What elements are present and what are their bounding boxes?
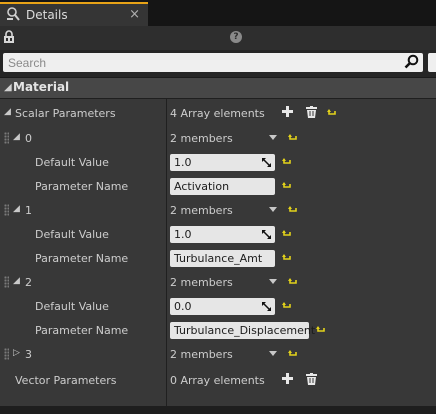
drag-handle-icon[interactable] [4, 132, 9, 144]
default-value-text: 1.0 [174, 228, 192, 241]
reset-to-default-icon[interactable] [282, 181, 291, 194]
default-value-field[interactable]: 1.0 [170, 154, 275, 171]
tab-bar: Details × [0, 0, 436, 27]
default-value-row: Default Value 1.0 [0, 222, 436, 246]
element-index: 0 [25, 132, 32, 145]
parameter-name-row: Parameter Name Activation [0, 174, 436, 198]
array-element-2: ◢ 2 2 members [0, 270, 436, 294]
reset-to-default-icon[interactable] [282, 301, 291, 314]
expand-arrow-icon[interactable]: ◢ [4, 107, 11, 117]
vector-parameters-label: Vector Parameters [15, 374, 117, 387]
parameter-name-label: Parameter Name [35, 252, 129, 265]
chevron-down-icon[interactable] [269, 207, 277, 212]
element-index: 3 [25, 348, 32, 361]
reset-to-default-icon[interactable] [327, 108, 336, 121]
tab-title: Details [26, 8, 68, 22]
search-input[interactable] [3, 53, 423, 72]
reset-to-default-icon[interactable] [288, 133, 297, 146]
scalar-parameters-label: Scalar Parameters [15, 107, 116, 120]
collapse-arrow-icon[interactable]: ◢ [4, 82, 12, 93]
drag-value-icon[interactable] [262, 157, 271, 170]
expand-arrow-icon[interactable]: ◢ [13, 132, 20, 142]
parameter-name-label: Parameter Name [35, 180, 129, 193]
chevron-down-icon[interactable] [269, 135, 277, 140]
default-value-field[interactable]: 0.0 [170, 298, 275, 315]
parameter-name-row: Parameter Name Turbulance_Amt [0, 246, 436, 270]
array-count: 4 Array elements [170, 107, 265, 120]
help-icon[interactable]: ? [230, 31, 242, 43]
panel-bottom [0, 406, 436, 414]
drag-handle-icon[interactable] [4, 348, 9, 360]
parameter-name-field[interactable]: Turbulance_Displacement [170, 322, 315, 339]
vector-parameters-row: Vector Parameters 0 Array elements [0, 368, 436, 392]
array-element-3: ▷ 3 2 members [0, 342, 436, 366]
chevron-down-icon[interactable] [269, 279, 277, 284]
close-icon[interactable]: × [129, 7, 140, 22]
reset-to-default-icon[interactable] [282, 253, 291, 266]
reset-to-default-icon[interactable] [316, 325, 325, 338]
default-value-field[interactable]: 1.0 [170, 226, 275, 243]
drag-handle-icon[interactable] [4, 204, 9, 216]
members-count: 2 members [170, 348, 233, 361]
expand-arrow-icon[interactable]: ▷ [13, 348, 20, 358]
default-value-text: 0.0 [174, 300, 192, 313]
toolbar [0, 26, 436, 50]
expand-arrow-icon[interactable]: ◢ [13, 276, 20, 286]
parameter-name-field[interactable]: Turbulance_Amt [170, 250, 275, 267]
parameter-name-label: Parameter Name [35, 324, 129, 337]
default-value-row: Default Value 0.0 [0, 294, 436, 318]
reset-to-default-icon[interactable] [282, 229, 291, 242]
parameter-name-field[interactable]: Activation [170, 178, 275, 195]
reset-to-default-icon[interactable] [282, 157, 291, 170]
chevron-down-icon[interactable] [269, 351, 277, 356]
reset-to-default-icon[interactable] [288, 205, 297, 218]
array-count: 0 Array elements [170, 374, 265, 387]
trash-icon[interactable] [306, 106, 317, 121]
search-icon[interactable] [404, 54, 419, 72]
default-value-label: Default Value [35, 156, 109, 169]
add-element-icon[interactable] [282, 373, 293, 387]
members-count: 2 members [170, 204, 233, 217]
members-count: 2 members [170, 132, 233, 145]
element-index: 2 [25, 276, 32, 289]
members-count: 2 members [170, 276, 233, 289]
drag-value-icon[interactable] [262, 229, 271, 242]
default-value-text: 1.0 [174, 156, 192, 169]
array-element-1: ◢ 1 2 members [0, 198, 436, 222]
add-element-icon[interactable] [282, 106, 293, 120]
drag-handle-icon[interactable] [4, 276, 9, 288]
element-index: 1 [25, 204, 32, 217]
view-options-button[interactable] [428, 53, 436, 72]
trash-icon[interactable] [306, 373, 317, 388]
drag-value-icon[interactable] [262, 301, 271, 314]
details-icon [6, 6, 20, 24]
reset-to-default-icon[interactable] [288, 349, 297, 362]
default-value-row: Default Value 1.0 [0, 150, 436, 174]
parameter-name-row: Parameter Name Turbulance_Displacement [0, 318, 436, 342]
expand-arrow-icon[interactable]: ◢ [13, 204, 20, 214]
scalar-parameters-row: ◢ Scalar Parameters 4 Array elements [0, 101, 436, 125]
lock-icon[interactable] [3, 30, 15, 47]
category-header-material[interactable]: ◢ Material [0, 78, 436, 99]
details-tab[interactable]: Details × [0, 2, 148, 26]
default-value-label: Default Value [35, 300, 109, 313]
array-element-0: ◢ 0 2 members [0, 126, 436, 150]
reset-to-default-icon[interactable] [288, 277, 297, 290]
default-value-label: Default Value [35, 228, 109, 241]
category-label: Material [13, 80, 70, 94]
